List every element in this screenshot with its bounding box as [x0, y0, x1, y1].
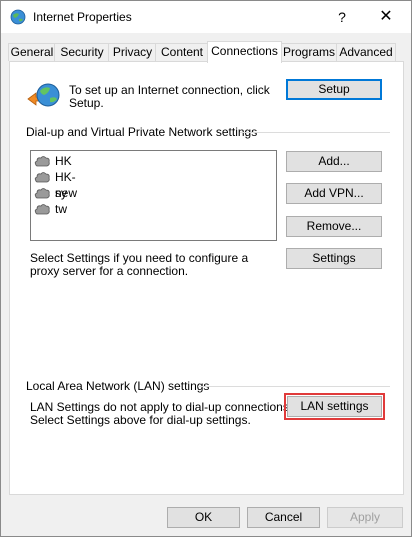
help-button[interactable]: ?	[323, 1, 361, 33]
network-connection-icon	[34, 172, 50, 183]
tab-connections[interactable]: Connections	[207, 41, 282, 63]
add-button[interactable]: Add...	[286, 151, 382, 172]
setup-button[interactable]: Setup	[286, 79, 382, 100]
cancel-button[interactable]: Cancel	[247, 507, 320, 528]
window-title: Internet Properties	[33, 10, 132, 24]
lan-heading: Local Area Network (LAN) settings	[26, 379, 210, 393]
proxy-description: Select Settings if you need to configure…	[30, 251, 249, 278]
network-connection-icon	[34, 204, 50, 215]
lan-divider	[198, 386, 390, 387]
internet-setup-icon	[27, 83, 60, 107]
internet-globe-icon	[10, 9, 26, 25]
tab-security[interactable]: Security	[54, 43, 110, 61]
close-button[interactable]: ✕	[363, 1, 409, 33]
tab-programs[interactable]: Programs	[280, 43, 338, 61]
title-bar: Internet Properties ? ✕	[1, 1, 411, 33]
add-vpn-button[interactable]: Add VPN...	[286, 183, 382, 204]
connection-name: sy	[55, 186, 67, 200]
lan-note-line2: Select Settings above for dial-up settin…	[30, 413, 251, 427]
tab-privacy[interactable]: Privacy	[108, 43, 157, 61]
network-connection-icon	[34, 188, 50, 199]
ok-button[interactable]: OK	[167, 507, 240, 528]
apply-button[interactable]: Apply	[327, 507, 403, 528]
tab-advanced[interactable]: Advanced	[336, 43, 396, 61]
dialup-divider	[240, 132, 390, 133]
setup-description: To set up an Internet connection, click …	[69, 83, 270, 110]
connection-name: tw	[55, 202, 67, 216]
internet-properties-window: Internet Properties ? ✕ General Security…	[0, 0, 412, 537]
network-connection-icon	[34, 156, 50, 167]
settings-button[interactable]: Settings	[286, 248, 382, 269]
tab-general[interactable]: General	[8, 43, 56, 61]
connection-name: HK	[55, 154, 72, 168]
remove-button[interactable]: Remove...	[286, 216, 382, 237]
tab-content[interactable]: Content	[155, 43, 209, 61]
lan-settings-highlight	[284, 393, 385, 420]
connections-listbox[interactable]: HK HK-new sy tw	[30, 150, 277, 241]
dialup-heading: Dial-up and Virtual Private Network sett…	[26, 125, 258, 139]
